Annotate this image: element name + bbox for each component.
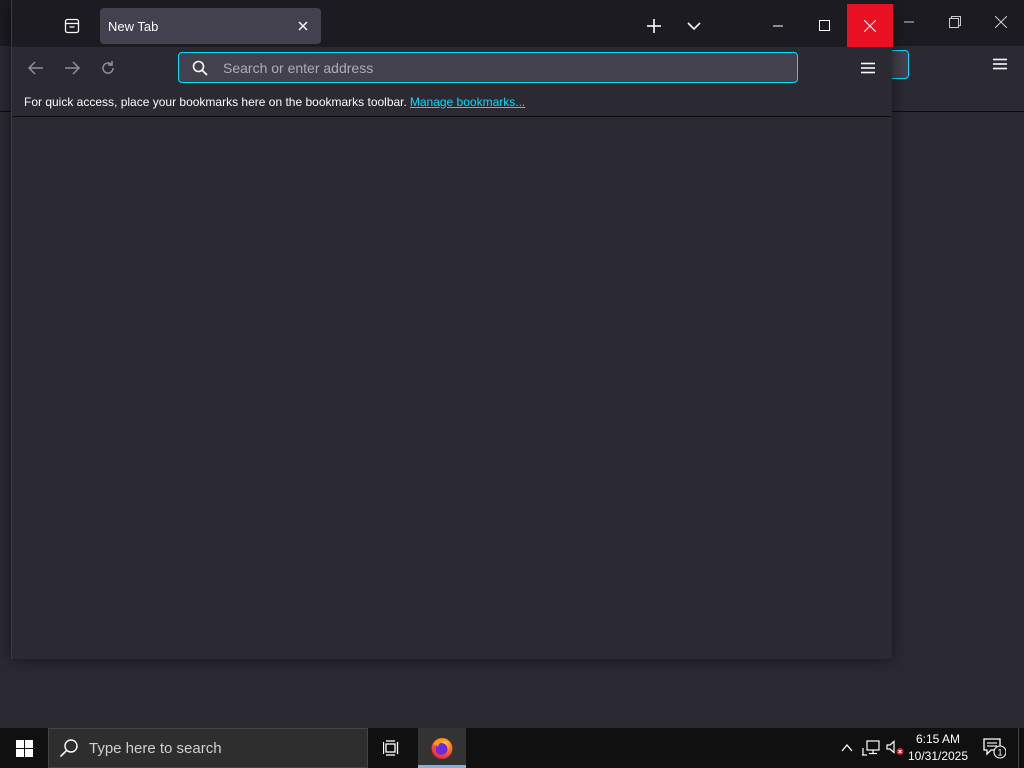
- volume-button[interactable]: [884, 728, 906, 768]
- task-view-icon: [383, 740, 399, 756]
- minimize-button[interactable]: [755, 4, 801, 47]
- windows-logo-icon: [15, 739, 33, 757]
- app-menu-button[interactable]: [852, 53, 884, 83]
- network-icon: [862, 740, 880, 756]
- close-icon: [864, 19, 876, 32]
- navigation-toolbar: [12, 47, 892, 87]
- forward-arrow-icon: [65, 61, 80, 75]
- minimize-icon: [904, 21, 914, 23]
- restore-icon: [949, 16, 961, 28]
- back-button[interactable]: [20, 53, 52, 83]
- hamburger-menu-icon: [993, 58, 1007, 70]
- clock-date: 10/31/2025: [907, 749, 969, 763]
- close-icon: [298, 21, 308, 31]
- taskbar-search-placeholder: Type here to search: [89, 739, 222, 757]
- maximize-icon: [818, 20, 830, 31]
- search-icon: [59, 739, 78, 758]
- titlebar: New Tab: [12, 0, 893, 47]
- reload-icon: [102, 61, 114, 74]
- new-tab-button[interactable]: [638, 10, 670, 42]
- bookmarks-empty-message: For quick access, place your bookmarks h…: [24, 94, 407, 109]
- tab-new-tab[interactable]: New Tab: [100, 8, 321, 44]
- clock-time: 6:15 AM: [915, 732, 961, 746]
- firefox-icon: [431, 738, 453, 759]
- forward-button[interactable]: [56, 53, 88, 83]
- firefox-view-icon: [64, 18, 80, 34]
- volume-muted-icon: [886, 740, 904, 755]
- show-desktop-button[interactable]: [1018, 728, 1024, 768]
- background-app-menu-button[interactable]: [984, 50, 1016, 78]
- show-hidden-icons-button[interactable]: [836, 728, 858, 768]
- close-window-button[interactable]: [847, 4, 893, 47]
- start-button[interactable]: [0, 728, 48, 768]
- taskbar-clock[interactable]: 6:15 AM 10/31/2025: [904, 728, 972, 768]
- browser-window: New Tab Search or enter address For quic…: [11, 0, 893, 659]
- list-all-tabs-button[interactable]: [678, 10, 710, 42]
- tab-title: New Tab: [108, 18, 159, 34]
- task-view-button[interactable]: [369, 728, 415, 768]
- tab-close-button[interactable]: [293, 16, 313, 36]
- maximize-button[interactable]: [801, 4, 847, 47]
- reload-button[interactable]: [92, 53, 124, 83]
- taskbar-search-box[interactable]: Type here to search: [48, 728, 368, 768]
- search-icon: [189, 57, 211, 79]
- close-icon: [995, 16, 1007, 28]
- minimize-icon: [773, 25, 783, 26]
- hamburger-menu-icon: [861, 62, 875, 74]
- address-input[interactable]: [223, 53, 797, 82]
- taskbar-firefox-button[interactable]: [418, 728, 466, 768]
- page-content[interactable]: [12, 118, 892, 659]
- chevron-up-icon: [841, 744, 853, 752]
- plus-icon: [647, 19, 661, 33]
- firefox-view-button[interactable]: [56, 10, 88, 42]
- back-arrow-icon: [28, 61, 43, 75]
- background-close-button[interactable]: [978, 0, 1024, 44]
- notification-count: 1: [997, 748, 1002, 758]
- bookmarks-toolbar: For quick access, place your bookmarks h…: [12, 87, 892, 117]
- address-bar[interactable]: [178, 52, 798, 83]
- network-status-button[interactable]: [860, 728, 882, 768]
- manage-bookmarks-link[interactable]: Manage bookmarks...: [410, 95, 525, 109]
- action-center-button[interactable]: 1: [976, 728, 1012, 768]
- chevron-down-icon: [687, 22, 701, 31]
- taskbar: Type here to search 6:15 AM 10/31/2025 1: [0, 728, 1024, 768]
- background-restore-button[interactable]: [932, 0, 978, 44]
- notifications-icon: 1: [983, 738, 1006, 759]
